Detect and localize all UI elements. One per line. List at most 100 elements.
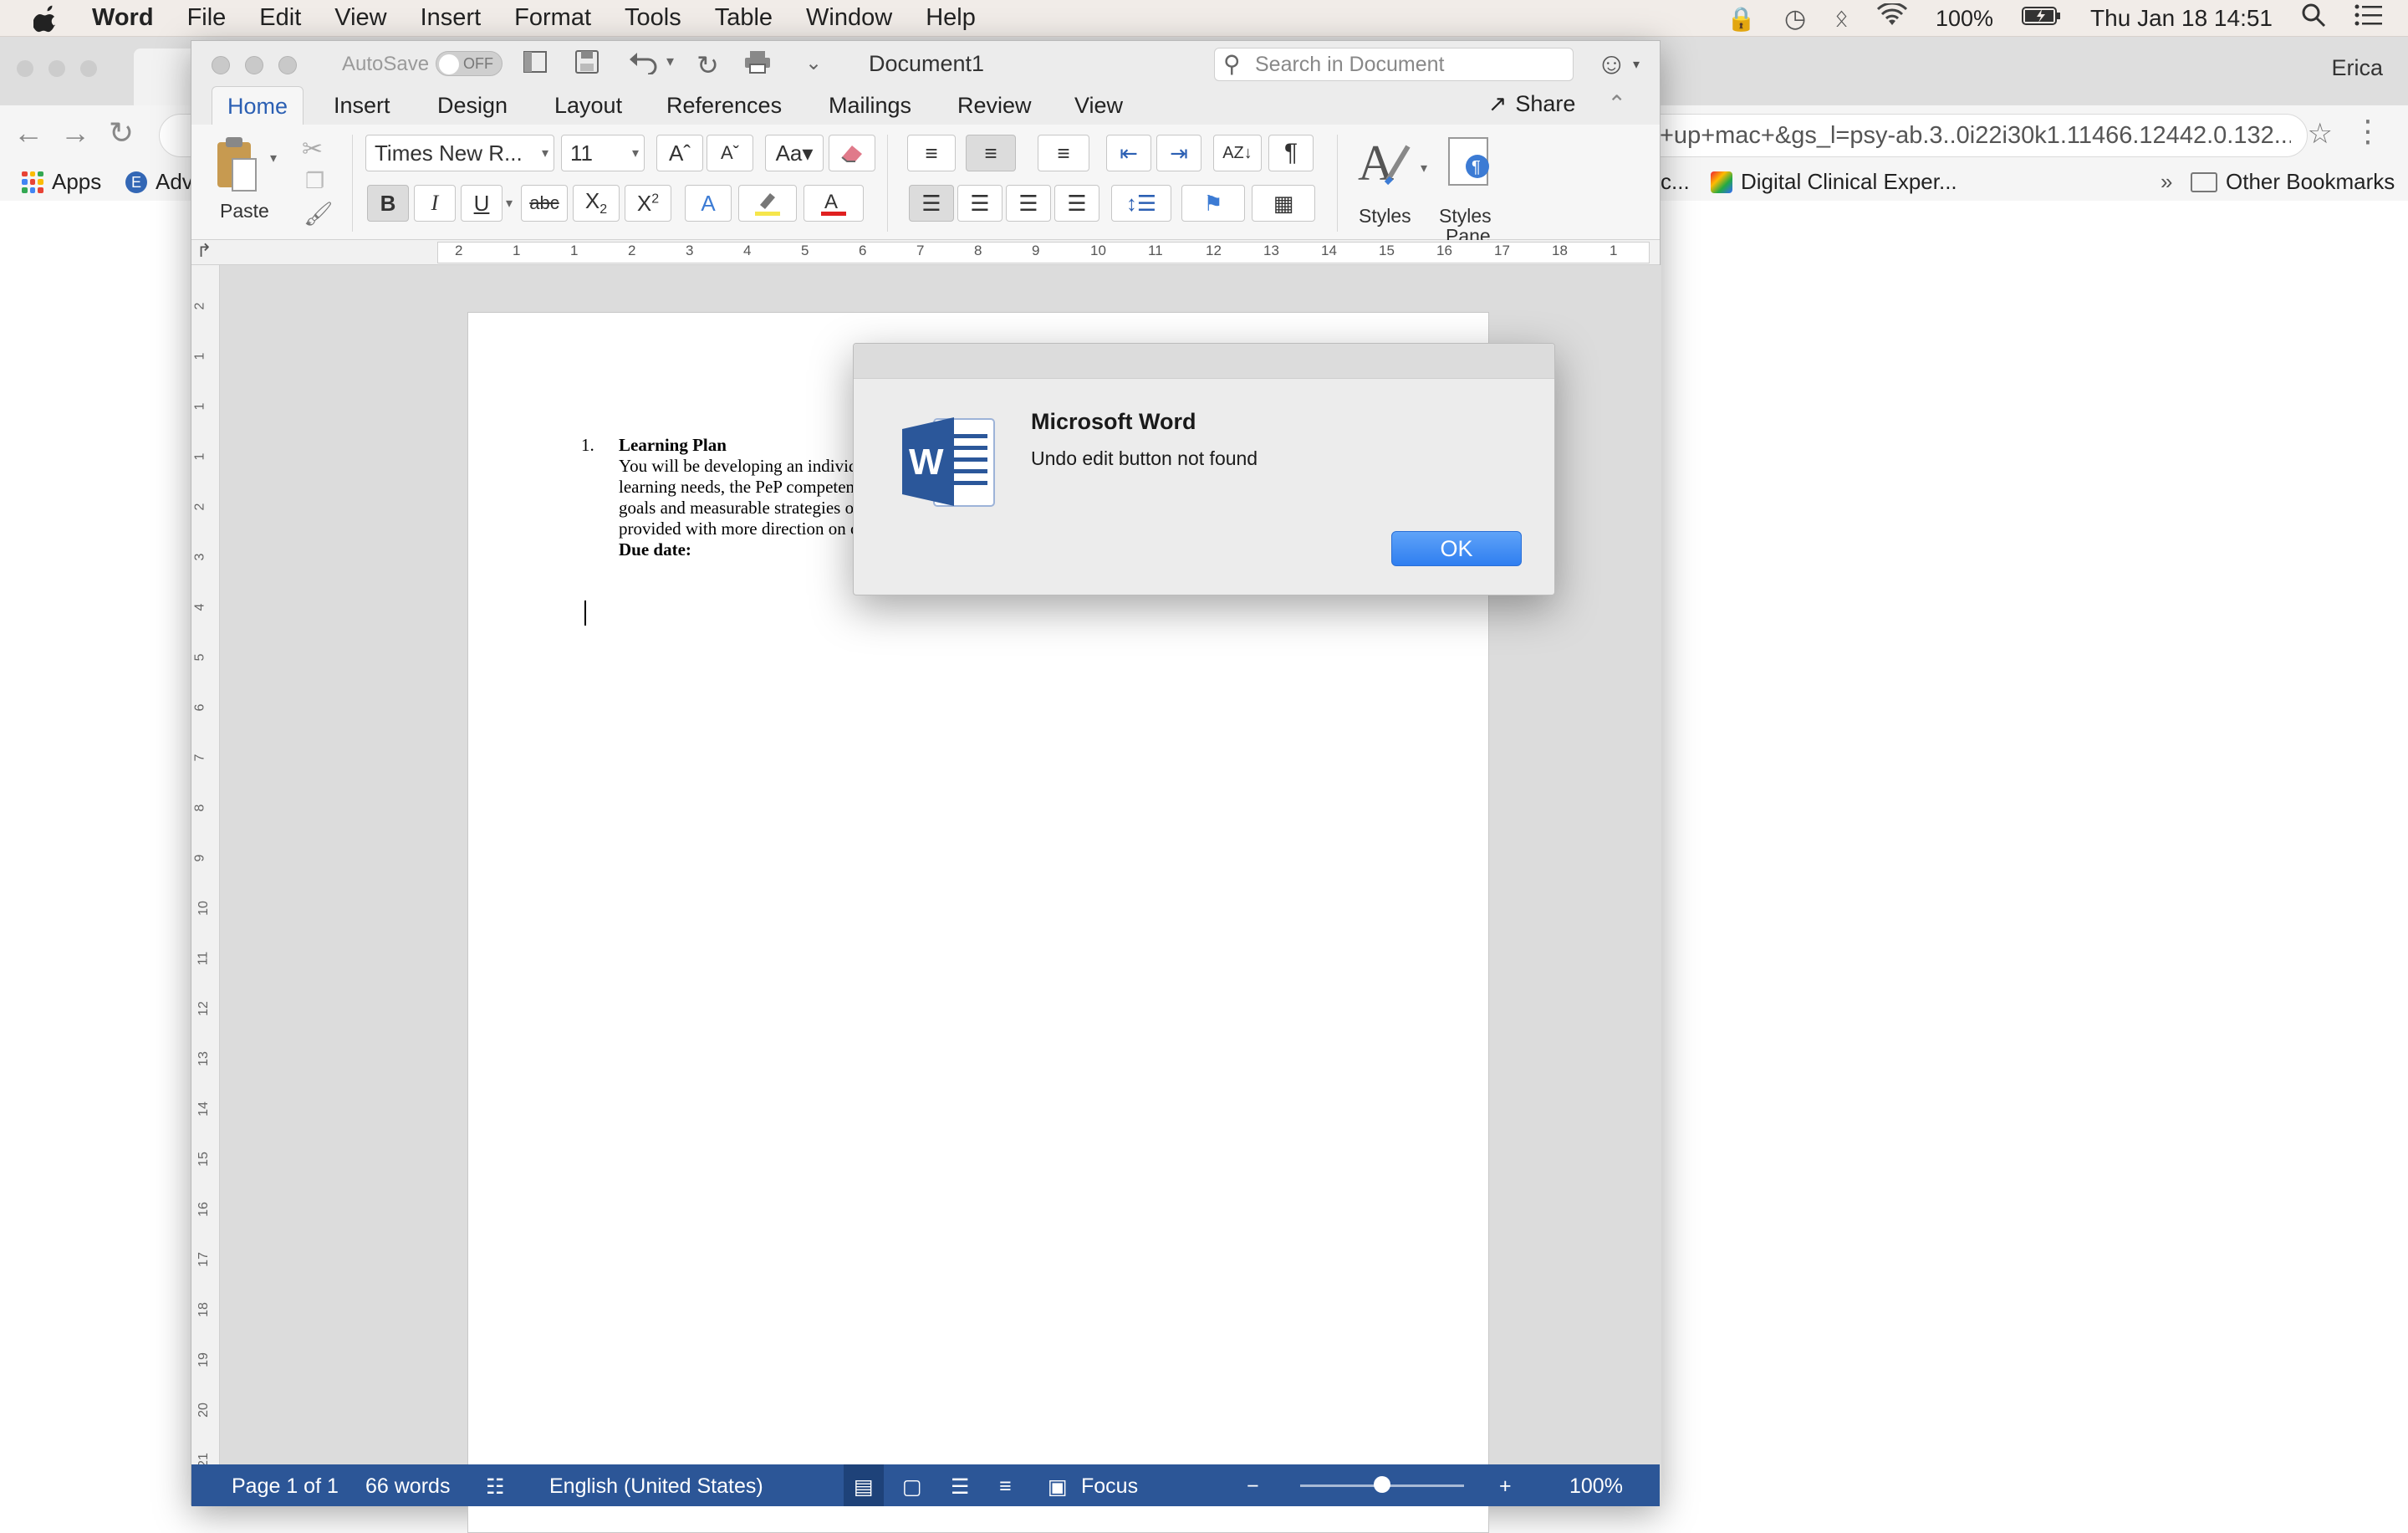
draft-view-icon[interactable]: ≡ [999,1474,1012,1499]
align-center-button[interactable]: ☰ [957,185,1002,222]
outline-view-icon[interactable]: ☰ [951,1474,969,1500]
shrink-font-button[interactable]: Aˇ [707,135,753,171]
sort-button[interactable]: AZ↓ [1213,135,1262,171]
tab-selector-icon[interactable]: ↱ [196,240,212,262]
redo-icon[interactable]: ↻ [696,49,719,81]
bluetooth-icon[interactable]: ᛟ [1834,5,1849,32]
menu-insert[interactable]: Insert [421,4,482,32]
bookmark-digital-clinical[interactable]: Digital Clinical Exper... [1711,169,1957,195]
notification-center-icon[interactable] [2354,4,2383,33]
align-left-button[interactable]: ☰ [909,185,954,222]
horizontal-ruler[interactable]: ↱ 2 1 1 2 3 4 5 6 7 8 9 10 11 12 13 14 15 16 17 18 1 [191,240,1660,265]
tab-layout[interactable]: Layout [554,93,622,119]
clock-datetime[interactable]: Thu Jan 18 14:51 [2090,5,2273,32]
text-effects-button[interactable]: A [685,185,732,222]
paste-button[interactable] [212,133,262,197]
bookmark-star-icon[interactable]: ☆ [2308,117,2333,151]
multilevel-list-button[interactable]: ≡ [1038,135,1089,171]
autosave-toggle[interactable]: OFF [436,51,503,76]
ok-button[interactable]: OK [1391,531,1522,566]
justify-button[interactable]: ☰ [1054,185,1099,222]
copy-icon[interactable]: ❐ [305,168,324,194]
tab-home[interactable]: Home [212,86,304,125]
page-count[interactable]: Page 1 of 1 [232,1474,339,1499]
menu-app-word[interactable]: Word [92,4,154,32]
strikethrough-button[interactable]: abc [521,185,568,222]
font-name-select[interactable]: Times New R... ▾ [365,135,554,171]
search-in-document-field[interactable]: ⚲ Search in Document [1214,48,1574,81]
tab-insert[interactable]: Insert [334,93,390,119]
menu-edit[interactable]: Edit [259,4,301,32]
font-size-select[interactable]: 11 ▾ [561,135,645,171]
word-count[interactable]: 66 words [365,1474,450,1499]
window-minimize-button[interactable] [245,56,263,74]
undo-dropdown-icon[interactable]: ▾ [666,53,674,70]
vertical-ruler[interactable]: 2 1 1 1 2 3 4 5 6 7 8 9 10 11 12 13 14 15 16 17 18 19 20 21 [191,265,220,1506]
zoom-level[interactable]: 100% [1569,1474,1623,1499]
line-spacing-button[interactable]: ↕☰ [1111,185,1171,222]
show-formatting-marks-button[interactable]: ¶ [1268,135,1314,171]
align-right-button[interactable]: ☰ [1006,185,1051,222]
menu-help[interactable]: Help [926,4,976,32]
font-color-button[interactable]: A [804,185,864,222]
bookmark-adv[interactable]: E Adv [125,169,193,195]
apple-menu-icon[interactable] [0,4,92,33]
chrome-minimize-dot[interactable] [48,60,65,77]
tab-mailings[interactable]: Mailings [829,93,911,119]
increase-indent-button[interactable]: ⇥ [1156,135,1201,171]
web-layout-icon[interactable]: ▢ [902,1474,922,1500]
feedback-dropdown-icon[interactable]: ▾ [1633,56,1640,73]
focus-mode-icon[interactable]: ▣ [1048,1474,1068,1500]
chrome-profile-name[interactable]: Erica [2331,55,2383,81]
menu-tools[interactable]: Tools [625,4,681,32]
chrome-zoom-dot[interactable] [80,60,97,77]
bullets-button[interactable]: ≡ [907,135,956,171]
print-icon[interactable] [743,49,772,81]
underline-dropdown-icon[interactable]: ▾ [506,195,513,212]
menu-format[interactable]: Format [514,4,591,32]
address-bar-url[interactable]: +up+mac+&gs_l=psy-ab.3..0i22i30k1.11466.… [1660,115,2291,156]
menu-window[interactable]: Window [806,4,892,32]
format-painter-icon[interactable]: 🖌 [304,200,334,227]
window-close-button[interactable] [212,56,230,74]
grow-font-button[interactable]: Aˆ [656,135,703,171]
underline-button[interactable]: U [461,185,503,222]
zoom-in-button[interactable]: + [1499,1474,1512,1499]
time-machine-icon[interactable]: ◷ [1784,4,1806,33]
share-button[interactable]: ↗ Share ⌃ [1488,91,1626,117]
cut-icon[interactable]: ✂ [302,135,323,164]
proofing-icon[interactable]: ☷ [486,1474,504,1500]
bookmarks-overflow-chevron[interactable]: » [2161,169,2172,195]
paste-dropdown-icon[interactable]: ▾ [270,150,277,166]
language[interactable]: English (United States) [549,1474,763,1499]
italic-button[interactable]: I [414,185,456,222]
bold-button[interactable]: B [367,185,409,222]
zoom-out-button[interactable]: − [1247,1474,1259,1499]
chrome-menu-icon[interactable]: ⋮ [2353,114,2383,149]
feedback-smiley-icon[interactable]: ☺ [1596,46,1627,81]
lock-icon[interactable]: 🔒 [1727,5,1756,33]
clear-formatting-button[interactable] [829,135,875,171]
borders-button[interactable]: ▦ [1252,185,1315,222]
menu-table[interactable]: Table [715,4,773,32]
focus-label[interactable]: Focus [1081,1474,1138,1499]
window-zoom-button[interactable] [278,56,297,74]
decrease-indent-button[interactable]: ⇤ [1106,135,1151,171]
bookmark-other-bookmarks[interactable]: Other Bookmarks [2191,169,2395,195]
tab-view[interactable]: View [1074,93,1123,119]
bookmark-apps[interactable]: Apps [22,169,101,195]
numbering-button[interactable]: ≡ [966,135,1016,171]
superscript-button[interactable]: X2 [625,185,671,222]
menu-file[interactable]: File [187,4,227,32]
tab-references[interactable]: References [666,93,782,119]
shading-button[interactable]: ⚑ [1181,185,1245,222]
styles-gallery-button[interactable]: A [1350,131,1421,192]
tab-design[interactable]: Design [437,93,508,119]
subscript-button[interactable]: X2 [573,185,620,222]
save-icon[interactable] [574,49,599,81]
sidebar-toggle-icon[interactable] [523,49,548,80]
bookmark-c[interactable]: c... [1661,169,1690,195]
wifi-icon[interactable] [1876,2,1908,33]
change-case-button[interactable]: Aa▾ [765,135,824,171]
battery-icon[interactable] [2022,5,2062,33]
